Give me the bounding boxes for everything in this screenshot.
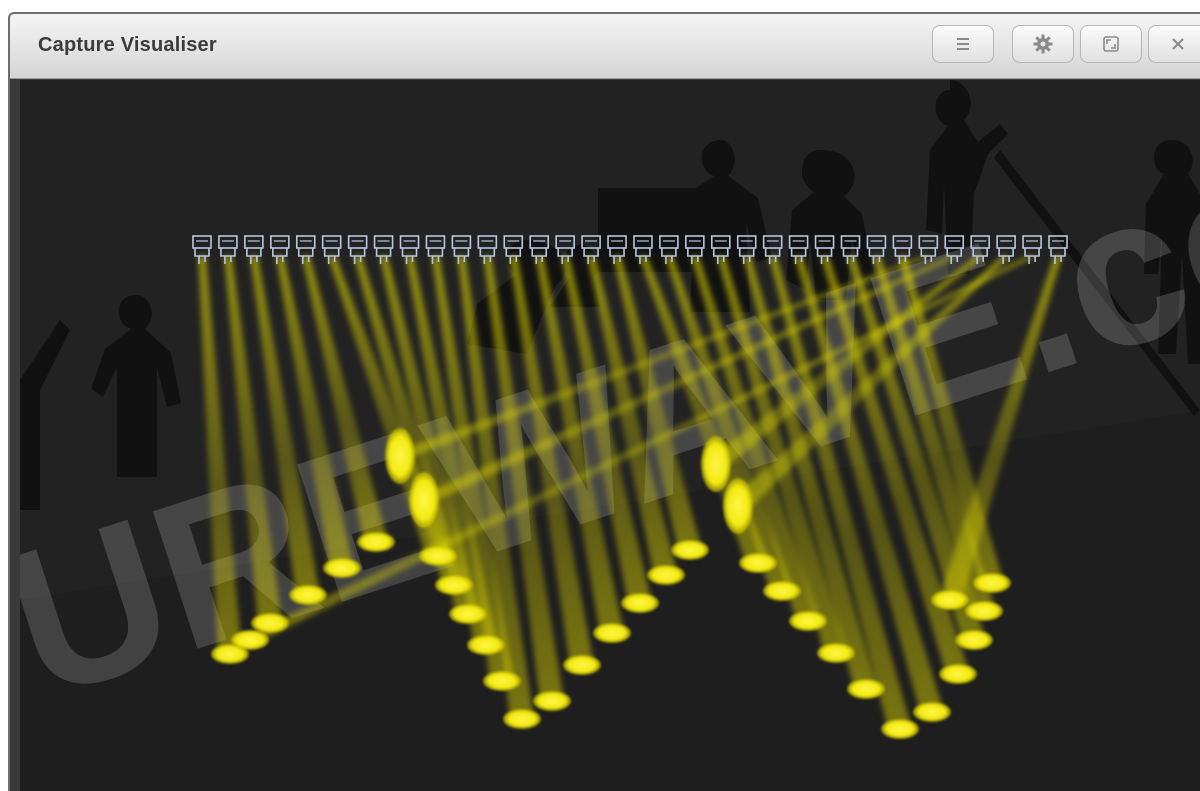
floor-spot [483,671,521,691]
gear-icon [1032,33,1054,55]
floor-spot [881,719,919,739]
floor-spot [789,611,827,631]
settings-button[interactable] [1012,25,1074,63]
floor-spot [419,546,457,566]
stage-render: UREWAVE.co [20,80,1200,791]
floor-spot [973,573,1011,593]
capture-visualiser-window: Capture Visualiser UREWAVE.co [8,12,1200,791]
floor-spot [503,709,541,729]
floor-spot [763,581,801,601]
visualiser-viewport[interactable]: UREWAVE.co [20,80,1200,791]
floor-spot [435,575,473,595]
floor-spot [593,623,631,643]
floor-spot [955,630,993,650]
maximize-icon [1101,34,1121,54]
menu-icon [954,35,972,53]
close-button[interactable] [1148,25,1200,63]
floor-spot [817,643,855,663]
floor-spot [621,593,659,613]
floor-spot [357,532,395,552]
floor-spot [533,691,571,711]
floor-spot [563,655,601,675]
floor-spot [931,590,969,610]
title-bar[interactable]: Capture Visualiser [10,14,1200,79]
close-icon [1169,35,1187,53]
menu-button[interactable] [932,25,994,63]
floor-spot [467,635,505,655]
floor-spot [739,553,777,573]
floor-spot [913,702,951,722]
floor-spot [701,436,731,492]
floor-spot [939,664,977,684]
floor-spot [231,630,269,650]
window-title: Capture Visualiser [38,34,217,56]
floor-spot [671,540,709,560]
floor-spot [385,428,415,484]
maximize-button[interactable] [1080,25,1142,63]
floor-spot [723,478,753,534]
floor-spot [289,585,327,605]
floor-spot [647,565,685,585]
floor-spot [323,558,361,578]
floor-spot [847,679,885,699]
floor-spot [409,472,439,528]
floor-spot [251,613,289,633]
floor-spot [965,601,1003,621]
floor-spot [449,604,487,624]
